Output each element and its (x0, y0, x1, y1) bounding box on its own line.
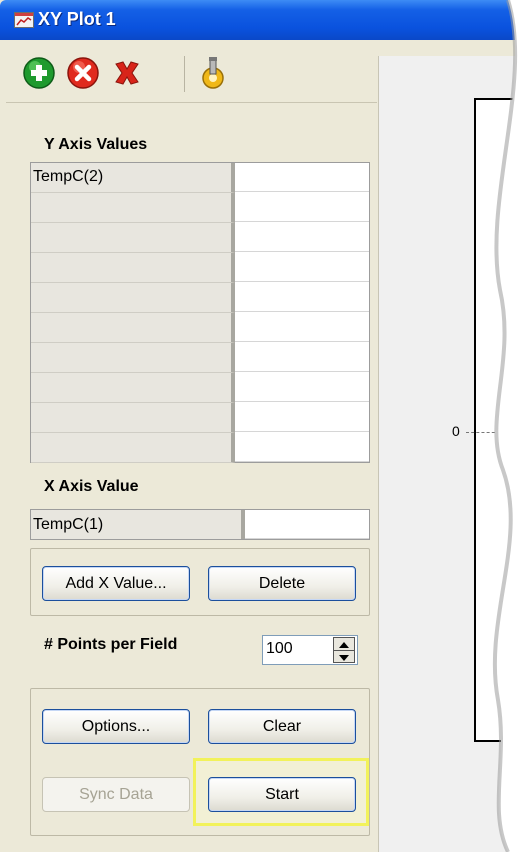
y-axis-cell[interactable] (31, 283, 235, 313)
x-axis-section-title: X Axis Value (44, 478, 139, 495)
x-axis-grid: TempC(1) (30, 509, 370, 540)
table-row[interactable] (31, 252, 369, 283)
xy-plot-window: XY Plot 1 0 Y Axis Values TempC(2) X Axi… (0, 0, 532, 852)
y-tick-label: 0 (452, 423, 460, 439)
y-axis-value-cell[interactable] (235, 163, 369, 192)
add-green-circle-icon[interactable] (22, 56, 56, 90)
sync-data-button: Sync Data (42, 777, 190, 812)
title-bar[interactable]: XY Plot 1 (0, 0, 532, 40)
toolbar-separator (184, 56, 185, 92)
y-axis-cell[interactable] (31, 253, 235, 283)
x-axis-value-cell[interactable] (245, 510, 369, 539)
table-row[interactable] (31, 342, 369, 373)
y-axis-value-cell[interactable] (235, 283, 369, 312)
y-axis-value-cell[interactable] (235, 223, 369, 252)
spin-up-icon[interactable] (334, 638, 354, 651)
y-axis-grid: TempC(2) (30, 162, 370, 463)
points-per-field-label: # Points per Field (44, 636, 178, 653)
points-per-field-stepper[interactable]: 100 (262, 635, 358, 665)
x-axis-cell[interactable]: TempC(1) (31, 510, 245, 539)
y-axis-section-title: Y Axis Values (44, 136, 148, 153)
y-axis-value-cell[interactable] (235, 403, 369, 432)
y-axis-cell[interactable] (31, 193, 235, 223)
delete-red-x-icon[interactable] (110, 56, 144, 90)
y-axis-cell[interactable] (31, 343, 235, 373)
y-axis-value-cell[interactable] (235, 373, 369, 402)
start-button[interactable]: Start (208, 777, 356, 812)
torn-edge (492, 0, 532, 852)
y-axis-cell[interactable] (31, 223, 235, 253)
table-row[interactable] (31, 282, 369, 313)
table-row[interactable]: TempC(2) (31, 163, 369, 193)
add-x-value-button[interactable]: Add X Value... (42, 566, 190, 601)
table-row[interactable] (31, 192, 369, 223)
options-button[interactable]: Options... (42, 709, 190, 744)
plot-icon (14, 12, 34, 28)
spinner-buttons[interactable] (333, 637, 355, 663)
table-row[interactable] (31, 372, 369, 403)
y-axis-value-cell[interactable] (235, 253, 369, 282)
y-axis-cell[interactable] (31, 403, 235, 433)
y-axis-cell[interactable] (31, 373, 235, 403)
table-row[interactable] (31, 222, 369, 253)
toolbar (6, 44, 377, 103)
points-per-field-value[interactable]: 100 (266, 640, 293, 658)
spin-down-icon[interactable] (334, 651, 354, 663)
delete-button[interactable]: Delete (208, 566, 356, 601)
y-axis-cell[interactable] (31, 313, 235, 343)
y-axis-value-cell[interactable] (235, 433, 369, 462)
probe-gear-icon[interactable] (196, 56, 230, 90)
window-title: XY Plot 1 (38, 9, 116, 29)
table-row[interactable] (31, 432, 369, 463)
table-row[interactable] (31, 402, 369, 433)
y-axis-value-cell[interactable] (235, 313, 369, 342)
y-axis-cell[interactable] (31, 433, 235, 463)
y-axis-value-cell[interactable] (235, 193, 369, 222)
y-axis-cell[interactable]: TempC(2) (31, 163, 235, 193)
table-row[interactable] (31, 312, 369, 343)
remove-red-circle-icon[interactable] (66, 56, 100, 90)
y-axis-value-cell[interactable] (235, 343, 369, 372)
clear-button[interactable]: Clear (208, 709, 356, 744)
